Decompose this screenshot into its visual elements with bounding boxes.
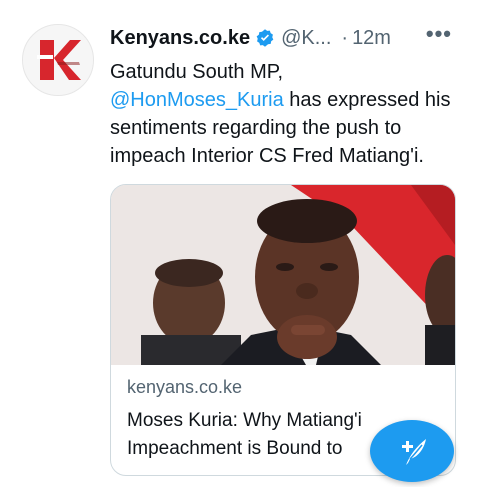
- timestamp[interactable]: 12m: [352, 27, 391, 50]
- author-name[interactable]: Kenyans.co.ke: [110, 27, 250, 50]
- link-card-domain: kenyans.co.ke: [127, 377, 243, 397]
- more-icon[interactable]: •••: [426, 21, 452, 47]
- tweet-header: Kenyans.co.ke @K... · 12m •••: [110, 21, 470, 51]
- news-photo: [111, 185, 455, 365]
- avatar[interactable]: [22, 24, 94, 96]
- tweet-text: Gatundu South MP, @HonMoses_Kuria has ex…: [110, 58, 470, 170]
- tweet[interactable]: Kenyans.co.ke @K... · 12m ••• Gatundu So…: [0, 0, 480, 487]
- compose-tweet-button[interactable]: [370, 420, 454, 482]
- link-card-image[interactable]: [111, 185, 455, 365]
- verified-badge-icon: [256, 29, 274, 47]
- mention-link[interactable]: @HonMoses_Kuria: [110, 89, 284, 111]
- link-card-title-line2: Impeachment is Bound to: [127, 438, 343, 459]
- compose-tweet-icon: [402, 439, 426, 465]
- kenyans-logo-icon: [23, 25, 93, 95]
- separator-dot: ·: [341, 26, 349, 49]
- link-card-title-line1: Moses Kuria: Why Matiang'i: [127, 410, 362, 431]
- tweet-text-line1: Gatundu South MP,: [110, 61, 284, 83]
- author-handle[interactable]: @K...: [281, 27, 331, 50]
